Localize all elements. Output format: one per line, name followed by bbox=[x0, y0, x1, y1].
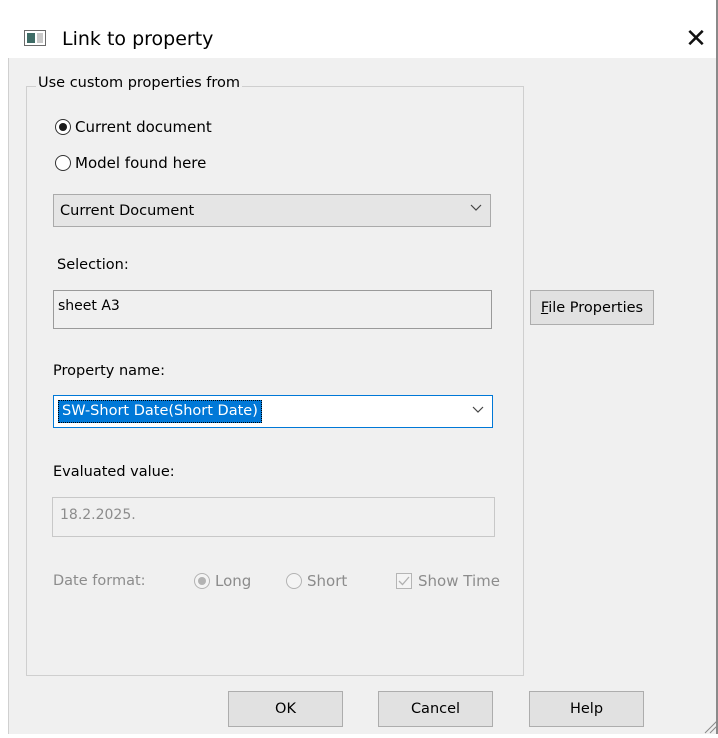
property-name-value: SW-Short Date(Short Date) bbox=[62, 403, 258, 419]
help-button[interactable]: Help bbox=[529, 691, 644, 727]
ok-button[interactable]: OK bbox=[228, 691, 343, 727]
dialog-app-icon bbox=[24, 30, 46, 46]
selection-field[interactable]: sheet A3 bbox=[53, 290, 492, 329]
property-name-label: Property name: bbox=[53, 363, 165, 379]
window-title: Link to property bbox=[62, 28, 214, 50]
property-name-selection: SW-Short Date(Short Date) bbox=[58, 400, 262, 423]
close-icon: ✕ bbox=[685, 24, 707, 54]
short-date-label[interactable]: Short bbox=[307, 572, 347, 590]
short-date-radio[interactable] bbox=[286, 573, 302, 589]
checkmark-icon bbox=[398, 576, 410, 586]
close-button[interactable]: ✕ bbox=[674, 20, 718, 58]
show-time-label[interactable]: Show Time bbox=[418, 572, 500, 590]
selection-label: Selection: bbox=[57, 257, 129, 273]
model-found-here-label[interactable]: Model found here bbox=[75, 154, 206, 172]
resize-grip-icon[interactable] bbox=[700, 716, 718, 734]
chevron-down-icon bbox=[472, 404, 484, 414]
document-source-dropdown[interactable]: Current Document bbox=[53, 194, 491, 227]
long-date-label[interactable]: Long bbox=[215, 572, 251, 590]
date-format-label: Date format: bbox=[53, 573, 146, 589]
show-time-checkbox[interactable] bbox=[396, 573, 412, 589]
evaluated-value-label: Evaluated value: bbox=[53, 464, 175, 480]
long-date-radio[interactable] bbox=[194, 573, 210, 589]
current-document-radio[interactable] bbox=[55, 119, 71, 135]
selection-value: sheet A3 bbox=[58, 298, 120, 314]
evaluated-value-field: 18.2.2025. bbox=[52, 497, 495, 537]
document-source-value: Current Document bbox=[60, 203, 195, 219]
evaluated-value-text: 18.2.2025. bbox=[60, 507, 136, 523]
cancel-button[interactable]: Cancel bbox=[378, 691, 493, 727]
chevron-down-icon bbox=[470, 202, 482, 212]
property-name-dropdown[interactable]: SW-Short Date(Short Date) bbox=[53, 395, 493, 428]
file-properties-button[interactable]: File Properties bbox=[530, 290, 654, 325]
window-left-edge bbox=[0, 58, 9, 734]
group-legend: Use custom properties from bbox=[36, 75, 243, 91]
current-document-label[interactable]: Current document bbox=[75, 118, 212, 136]
model-found-here-radio[interactable] bbox=[55, 155, 71, 171]
